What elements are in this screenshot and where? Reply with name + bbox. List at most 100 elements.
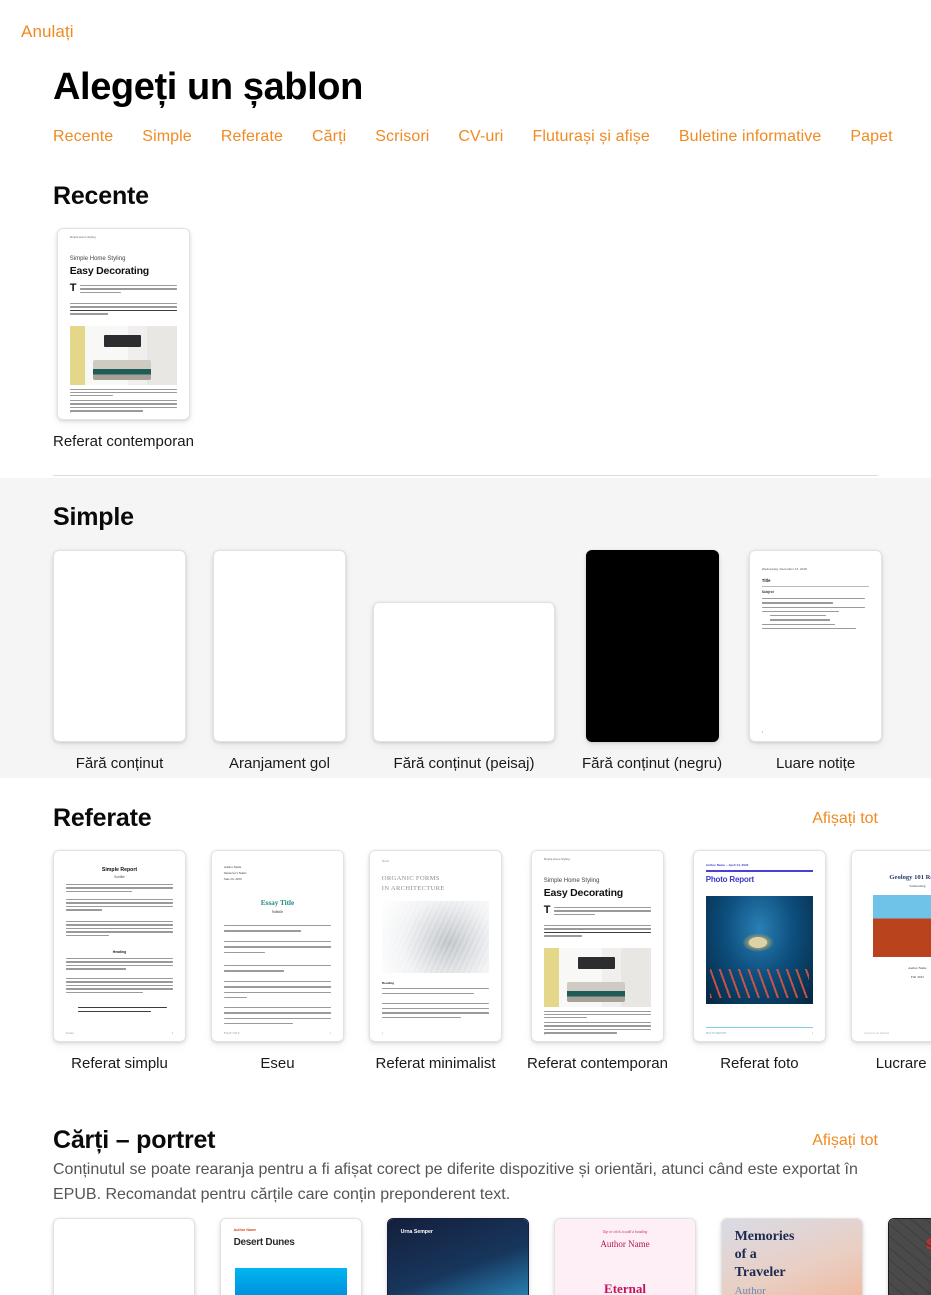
book-title-line3: Traveler <box>734 1265 786 1280</box>
show-all-referate[interactable]: Afișați tot <box>812 810 878 828</box>
template-thumbnail[interactable] <box>373 602 555 742</box>
template-card-fara-continut-peisaj[interactable]: Fără conținut (peisaj) <box>373 550 555 772</box>
section-description-carti-portret: Conținutul se poate rearanja pentru a fi… <box>53 1161 858 1203</box>
tab-scrisori[interactable]: Scrisori <box>375 128 429 146</box>
doc-body-lines-1 <box>381 988 490 994</box>
template-thumbnail[interactable]: Author Name – April 14, 2022 Photo Repor… <box>692 850 826 1042</box>
book-card-memories[interactable]: Memories of a Traveler Author <box>721 1218 863 1295</box>
tab-papetarie[interactable]: Papet <box>850 128 892 146</box>
doc-title: Essay Title <box>260 899 295 907</box>
doc-running-head: Simple Home Styling <box>69 235 96 239</box>
template-thumbnail[interactable]: Urna Semper <box>387 1218 529 1295</box>
book-author: Author Name <box>233 1228 257 1232</box>
tab-cv-uri[interactable]: CV-uri <box>458 128 503 146</box>
doc-page-number: 1 <box>381 1032 384 1035</box>
template-card-eseu[interactable]: Author Name Instructor's Name June 20, 2… <box>211 850 344 1072</box>
template-caption: Referat foto <box>720 1055 799 1072</box>
tab-referate[interactable]: Referate <box>221 128 283 146</box>
template-card-luare-notite[interactable]: Wednesday, December 13, 2018 Title Subje… <box>749 550 883 772</box>
template-thumbnail[interactable] <box>53 1218 195 1295</box>
doc-photo-architecture <box>381 901 490 973</box>
tab-recente[interactable]: Recente <box>53 128 113 146</box>
template-card-referat-contemporan[interactable]: Simple Home Styling Simple Home Styling … <box>53 228 194 450</box>
template-card-referat-minimalist[interactable]: Header ORGANIC FORMS IN ARCHITECTURE Hea… <box>369 850 502 1072</box>
section-heading-recente: Recente <box>53 182 149 210</box>
template-card-fara-continut-negru[interactable]: Fără conținut (negru) <box>582 550 722 772</box>
tab-carti[interactable]: Cărți <box>312 128 346 146</box>
template-card-referat-contemporan-2[interactable]: Simple Home Styling Simple Home Styling … <box>527 850 668 1072</box>
doc-title: Easy Decorating <box>543 887 624 899</box>
section-divider <box>53 475 878 476</box>
template-thumbnail[interactable]: Author Name Desert Dunes <box>220 1218 362 1295</box>
doc-subject: Subject <box>761 590 774 594</box>
doc-page-number: 1 <box>543 1032 546 1036</box>
section-referate: Referate Afișați tot Simple Report Subti… <box>0 778 931 1105</box>
doc-byline: Author Name – April 14, 2022 <box>705 863 749 867</box>
doc-body-lines-3 <box>65 921 174 937</box>
book-prompt: Tap or click to add a heading <box>602 1230 648 1234</box>
template-caption: Referat contemporan <box>53 433 194 450</box>
tab-simple[interactable]: Simple <box>142 128 192 146</box>
section-heading-referate: Referate <box>53 804 152 832</box>
book-card-eternal[interactable]: Tap or click to add a heading Author Nam… <box>554 1218 696 1295</box>
template-thumbnail[interactable]: Geology 101 Report Subheading Author Nam… <box>850 850 931 1042</box>
doc-photo-room <box>543 948 652 1007</box>
template-thumbnail[interactable]: Header ORGANIC FORMS IN ARCHITECTURE Hea… <box>369 850 502 1042</box>
doc-body-lines-2 <box>543 925 652 937</box>
doc-footer: PHOTO REPORT <box>705 1032 727 1035</box>
show-all-carti-portret[interactable]: Afișați tot <box>812 1132 878 1150</box>
template-thumbnail[interactable] <box>585 550 719 742</box>
doc-body-lines-1 <box>553 907 652 916</box>
category-tab-bar[interactable]: Recente Simple Referate Cărți Scrisori C… <box>53 128 931 146</box>
book-card-urna-semper[interactable]: Urna Semper <box>387 1218 529 1295</box>
template-thumbnail[interactable]: Simple Home Styling Simple Home Styling … <box>56 228 190 420</box>
template-thumbnail[interactable]: Author Name Instructor's Name June 20, 2… <box>211 850 344 1042</box>
template-caption: Aranjament gol <box>229 755 330 772</box>
doc-eyebrow: Simple Home Styling <box>69 256 126 262</box>
book-author: Author Name <box>600 1239 650 1249</box>
doc-bullet-lines <box>761 598 869 630</box>
template-card-referat-foto[interactable]: Author Name – April 14, 2022 Photo Repor… <box>692 850 826 1072</box>
doc-heading: Heading <box>381 981 395 985</box>
doc-instructor: Instructor's Name <box>223 871 247 875</box>
template-thumbnail[interactable]: A SHATTER IN THE <box>888 1218 931 1295</box>
book-card-desert-dunes[interactable]: Author Name Desert Dunes <box>220 1218 362 1295</box>
template-card-fara-continut[interactable]: Fără conținut <box>53 550 186 772</box>
template-thumbnail[interactable] <box>53 550 186 742</box>
doc-body-lines-2 <box>69 303 178 315</box>
template-caption: Referat minimalist <box>375 1055 496 1072</box>
doc-subtitle: Subtitle <box>114 875 125 879</box>
doc-footer: ESSAY TITLE <box>223 1032 240 1035</box>
template-caption: Luare notițe <box>775 755 856 772</box>
template-caption: Lucrare de s <box>875 1055 931 1072</box>
template-thumbnail[interactable]: Tap or click to add a heading Author Nam… <box>554 1218 696 1295</box>
tab-fluturasi-si-afise[interactable]: Fluturași și afișe <box>532 128 649 146</box>
template-card-aranjament-gol[interactable]: Aranjament gol <box>213 550 346 772</box>
doc-body-lines-2 <box>223 941 332 953</box>
book-card-shatter[interactable]: A SHATTER IN THE <box>888 1218 931 1295</box>
tab-buletine-informative[interactable]: Buletine informative <box>679 128 822 146</box>
template-row-recente: Simple Home Styling Simple Home Styling … <box>53 228 194 450</box>
book-title-line1: Memories <box>734 1229 795 1244</box>
doc-page-number: 1 <box>329 1032 332 1035</box>
template-chooser-screen: Anulați Alegeți un șablon Recente Simple… <box>0 0 931 1295</box>
template-thumbnail[interactable]: Simple Home Styling Simple Home Styling … <box>530 850 664 1042</box>
template-thumbnail[interactable]: Wednesday, December 13, 2018 Title Subje… <box>749 550 883 742</box>
cancel-button[interactable]: Anulați <box>21 22 74 42</box>
section-simple: Simple Fără conținut Aranjament gol Fără… <box>0 478 931 778</box>
template-thumbnail[interactable]: Simple Report Subtitle Heading Footer 1 <box>53 850 186 1042</box>
book-title: Desert Dunes <box>233 1237 295 1248</box>
doc-title-line1: ORGANIC FORMS <box>381 875 440 882</box>
doc-body-lines-1 <box>223 925 332 932</box>
template-card-referat-simplu[interactable]: Simple Report Subtitle Heading Footer 1 … <box>53 850 186 1072</box>
template-row-simple: Fără conținut Aranjament gol Fără conțin… <box>53 550 883 772</box>
template-card-lucrare-de-seminar[interactable]: Geology 101 Report Subheading Author Nam… <box>850 850 931 1072</box>
template-thumbnail[interactable]: Memories of a Traveler Author <box>721 1218 863 1295</box>
template-thumbnail[interactable] <box>213 550 346 742</box>
doc-page-number: 1 <box>69 410 72 414</box>
doc-term: Fall 2023 <box>910 975 924 979</box>
template-caption: Fără conținut <box>75 755 164 772</box>
doc-running-head: Header <box>381 860 390 863</box>
book-title-line1: A <box>902 1224 931 1236</box>
book-card-blank[interactable] <box>53 1218 195 1295</box>
